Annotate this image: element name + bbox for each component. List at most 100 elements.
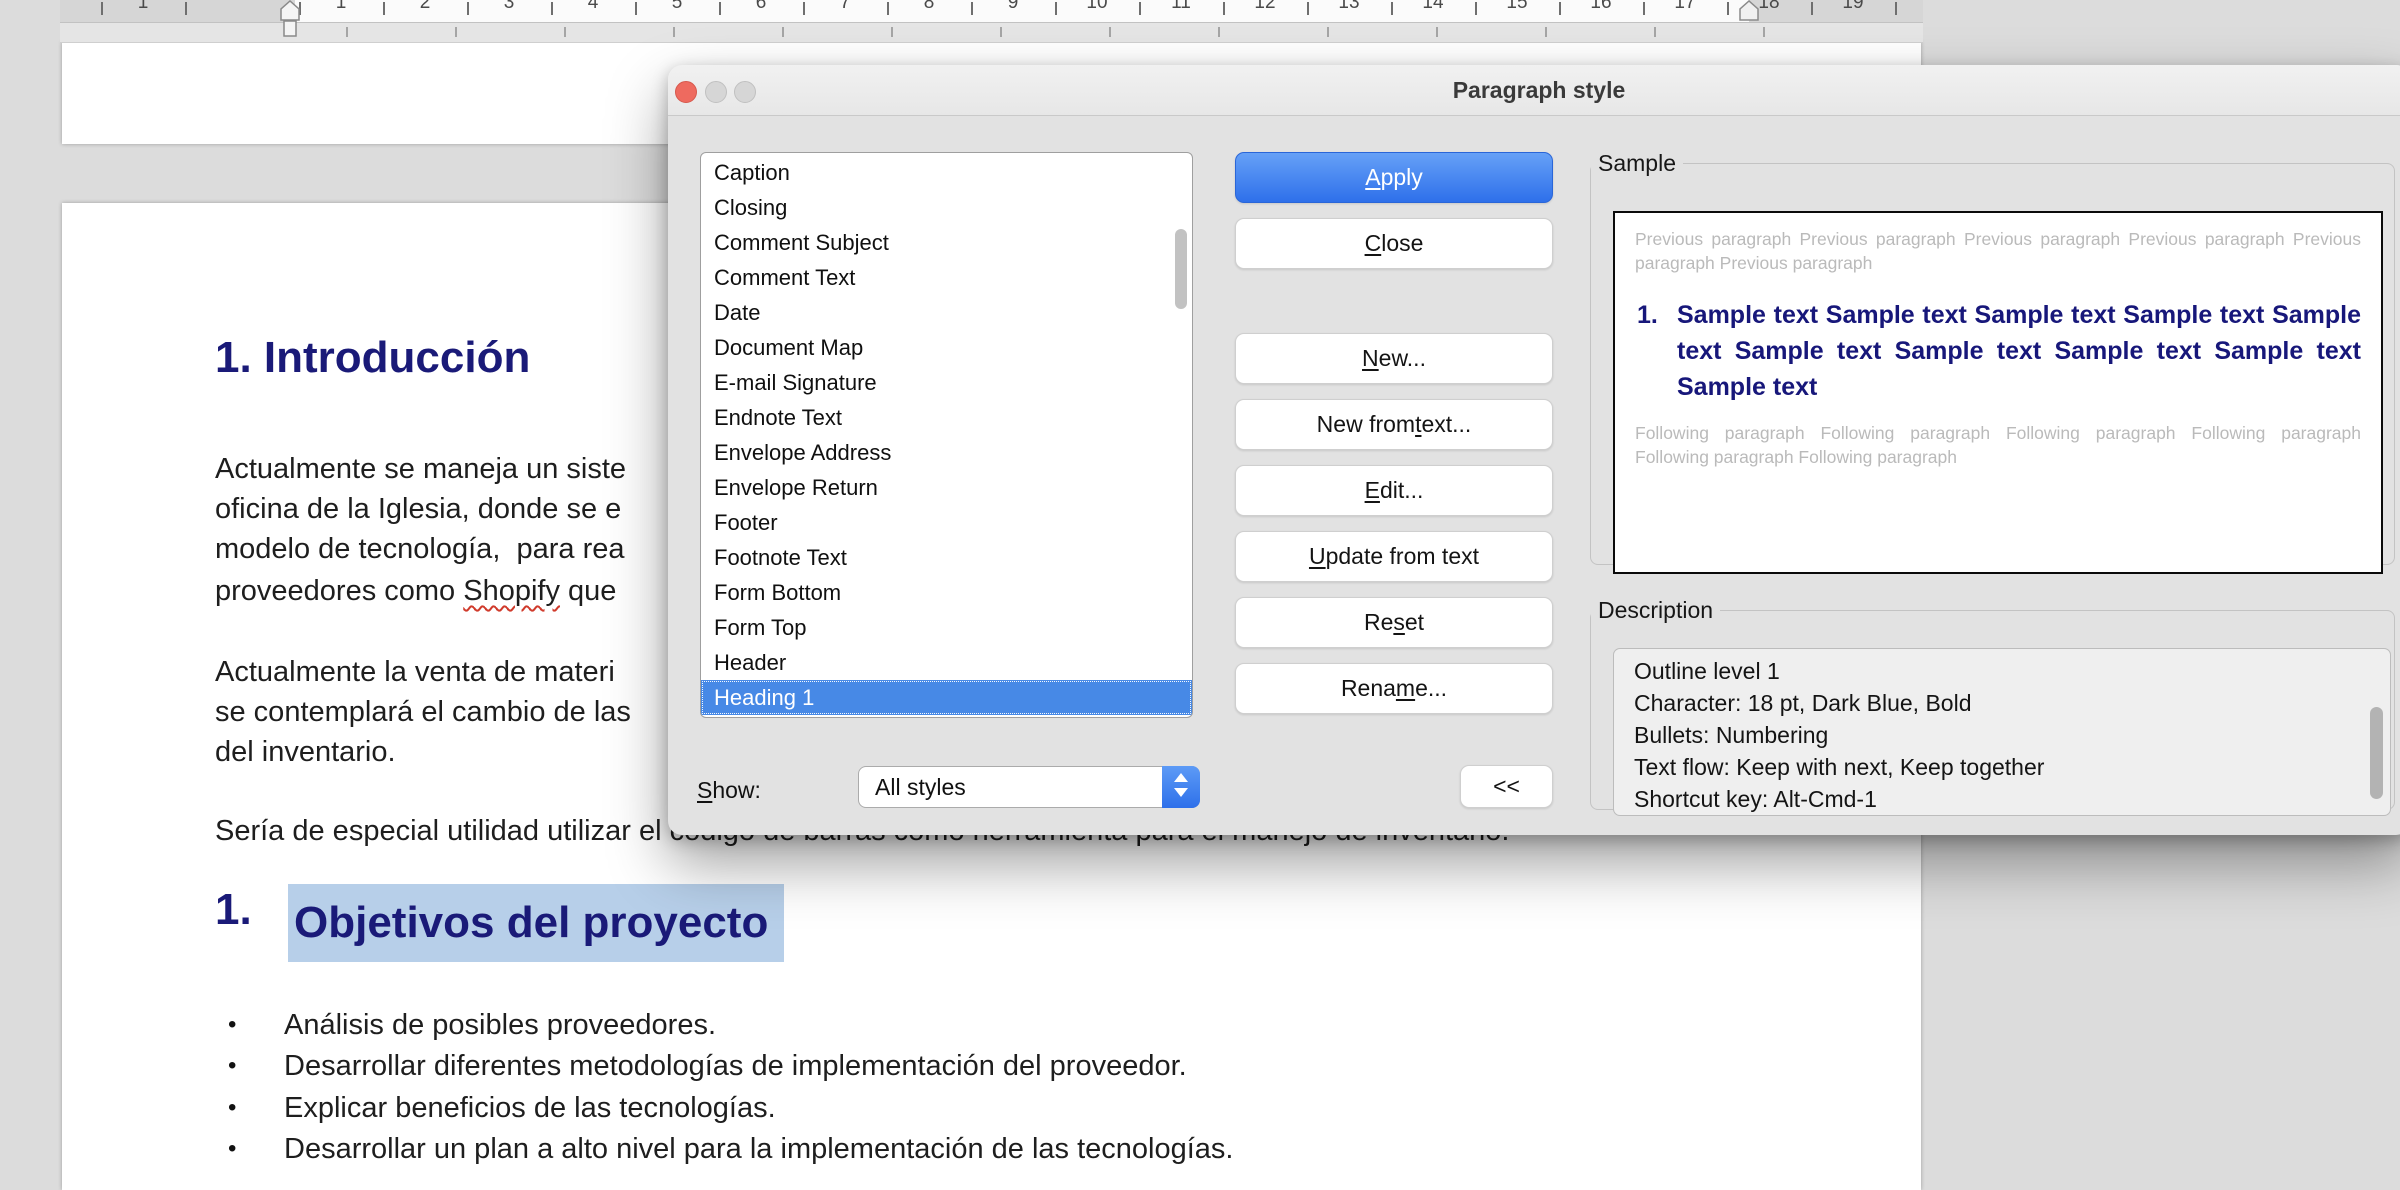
style-list-item[interactable]: Heading 1 [701,680,1192,715]
chevron-down-icon [1174,788,1188,797]
ruler-number: 1 [336,0,347,14]
style-list-scrollbar-thumb[interactable] [1175,229,1187,309]
description-line: Character: 18 pt, Dark Blue, Bold [1634,687,2390,719]
ruler-number: 2 [420,0,431,14]
ruler-strip-tick [1763,27,1765,37]
chevron-up-icon [1174,773,1188,782]
ruler-number: 10 [1086,0,1107,14]
doc-text-line: del inventario. [215,733,396,771]
bullet-item: •Explicar beneficios de las tecnologías. [228,1089,776,1127]
ruler-tick [1391,2,1393,15]
close-button[interactable]: Close [1235,218,1553,269]
style-list-item[interactable]: Envelope Address [701,435,1192,470]
style-list-item[interactable]: Footnote Text [701,540,1192,575]
style-list-item[interactable]: Comment Subject [701,225,1192,260]
ruler-number: 7 [840,0,851,14]
style-list-item[interactable]: Comment Text [701,260,1192,295]
bullet-text: Desarrollar un plan a alto nivel para la… [284,1130,1233,1168]
style-list[interactable]: CaptionClosingComment SubjectComment Tex… [700,152,1193,718]
style-list-item[interactable]: Closing [701,190,1192,225]
bullet-item: •Desarrollar diferentes metodologías de … [228,1047,1187,1085]
doc-text: que [560,575,616,607]
collapse-dialog-button[interactable]: << [1460,765,1553,808]
ruler-tick [1139,2,1141,15]
doc-heading-introduccion: 1. Introducción [215,333,530,383]
ruler-tick [803,2,805,15]
ruler-tick [1559,2,1561,15]
edit-button[interactable]: Edit... [1235,465,1553,516]
ruler-number: 9 [1008,0,1019,14]
dialog-title: Paragraph style [668,65,2400,115]
style-list-item[interactable]: Date [701,295,1192,330]
sample-heading-preview: 1. Sample text Sample text Sample text S… [1635,297,2361,405]
description-scrollbar-thumb[interactable] [2370,707,2383,799]
description-line: Shortcut key: Alt-Cmd-1 [1634,783,2390,815]
apply-button[interactable]: Apply [1235,152,1553,203]
ruler-number: 3 [504,0,515,14]
show-label: Show: [697,777,761,804]
close-window-button[interactable] [675,81,697,103]
ruler-tick [971,2,973,15]
ruler-tick [551,2,553,15]
sample-previous-paragraph: Previous paragraph Previous paragraph Pr… [1635,227,2361,275]
style-list-item[interactable]: Form Bottom [701,575,1192,610]
first-line-indent-marker[interactable] [278,0,303,40]
doc-text-line: modelo de tecnología, para rea [215,530,625,568]
right-indent-marker[interactable] [1737,0,1762,22]
style-list-item[interactable]: Form Top [701,610,1192,645]
sample-following-paragraph: Following paragraph Following paragraph … [1635,421,2361,469]
new-button[interactable]: New... [1235,333,1553,384]
ruler-strip-tick [1109,27,1111,37]
dialog-titlebar[interactable]: Paragraph style [668,65,2400,116]
ruler-tick [1055,2,1057,15]
ruler-tick [1727,2,1729,15]
ruler-tick [1895,2,1897,15]
style-list-item[interactable]: Caption [701,155,1192,190]
ruler-strip-tick [1218,27,1220,37]
style-list-item[interactable]: Document Map [701,330,1192,365]
bullet-icon: • [228,1089,284,1127]
ruler-tick [1307,2,1309,15]
ruler-strip-tick [782,27,784,37]
show-styles-dropdown[interactable]: All styles [858,766,1200,808]
bullet-text: Explicar beneficios de las tecnologías. [284,1089,776,1127]
bullet-icon: • [228,1047,284,1085]
style-list-item[interactable]: Endnote Text [701,400,1192,435]
bullet-text: Análisis de posibles proveedores. [284,1006,716,1044]
ruler-tick [1223,2,1225,15]
description-group-legend: Description [1591,597,1720,624]
ruler-number: 15 [1506,0,1527,14]
rename-button[interactable]: Rename... [1235,663,1553,714]
dropdown-stepper-icon[interactable] [1162,766,1200,808]
style-list-item[interactable]: Header [701,645,1192,680]
style-list-item[interactable]: Footer [701,505,1192,540]
bullet-icon: • [228,1006,284,1044]
new-from-text-button[interactable]: New from text... [1235,399,1553,450]
style-list-item[interactable]: E-mail Signature [701,365,1192,400]
ruler-strip-tick [564,27,566,37]
paragraph-style-dialog: Paragraph style CaptionClosingComment Su… [668,65,2400,835]
description-box: Outline level 1Character: 18 pt, Dark Bl… [1613,648,2391,816]
ruler-tick [383,2,385,15]
doc-text-line: oficina de la Iglesia, donde se e [215,490,621,528]
ruler-tick [1811,2,1813,15]
horizontal-ruler[interactable]: 1 12345678910111213141516171819 [60,0,1923,23]
ruler-number: 19 [1842,0,1863,14]
reset-button[interactable]: Reset [1235,597,1553,648]
sample-preview: Previous paragraph Previous paragraph Pr… [1613,211,2383,574]
sample-group: Sample Previous paragraph Previous parag… [1590,150,2395,565]
ruler-strip-tick [673,27,675,37]
ruler-number: 16 [1590,0,1611,14]
zoom-window-button [734,81,756,103]
show-styles-value: All styles [875,767,966,807]
ruler-tick [1643,2,1645,15]
style-list-item[interactable]: Envelope Return [701,470,1192,505]
ruler-strip-tick [1545,27,1547,37]
ruler-tick-strip [60,23,1923,43]
sample-heading-text: Sample text Sample text Sample text Samp… [1677,301,2361,401]
ruler-strip-tick [891,27,893,37]
ruler-number: 6 [756,0,767,14]
update-from-text-button[interactable]: Update from text [1235,531,1553,582]
description-line: Bullets: Numbering [1634,719,2390,751]
sample-heading-number: 1. [1637,297,1658,333]
